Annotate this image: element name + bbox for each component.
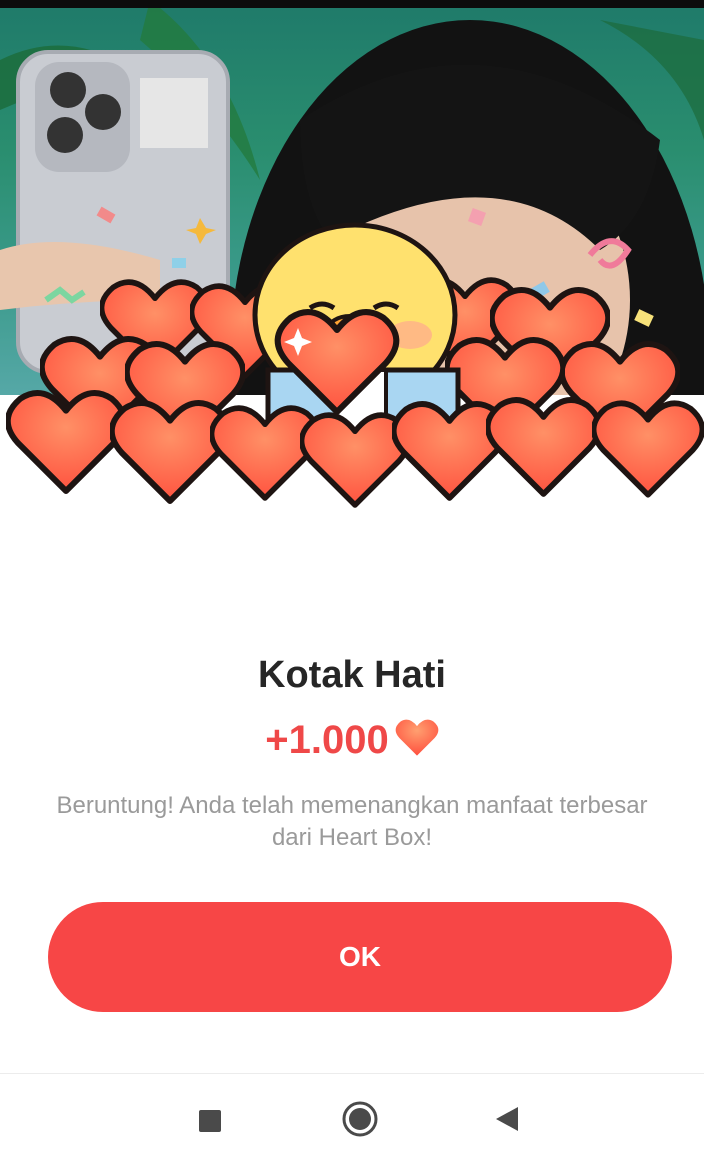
dialog-title: Kotak Hati (258, 654, 446, 696)
back-button[interactable] (482, 1096, 532, 1146)
heart-icon (395, 718, 439, 763)
reward-row: +1.000 (0, 718, 704, 763)
home-icon (341, 1100, 379, 1143)
recent-apps-icon (199, 1110, 221, 1132)
home-button[interactable] (335, 1096, 385, 1146)
status-bar (0, 0, 704, 8)
back-icon (494, 1105, 520, 1138)
reward-amount: +1.000 (265, 718, 389, 762)
recent-apps-button[interactable] (185, 1096, 235, 1146)
navigation-bar (0, 1073, 704, 1169)
dialog-description: Beruntung! Anda telah memenangkan manfaa… (56, 792, 648, 851)
ok-button[interactable]: OK (48, 902, 672, 1012)
heart-box-illustration (0, 222, 704, 530)
